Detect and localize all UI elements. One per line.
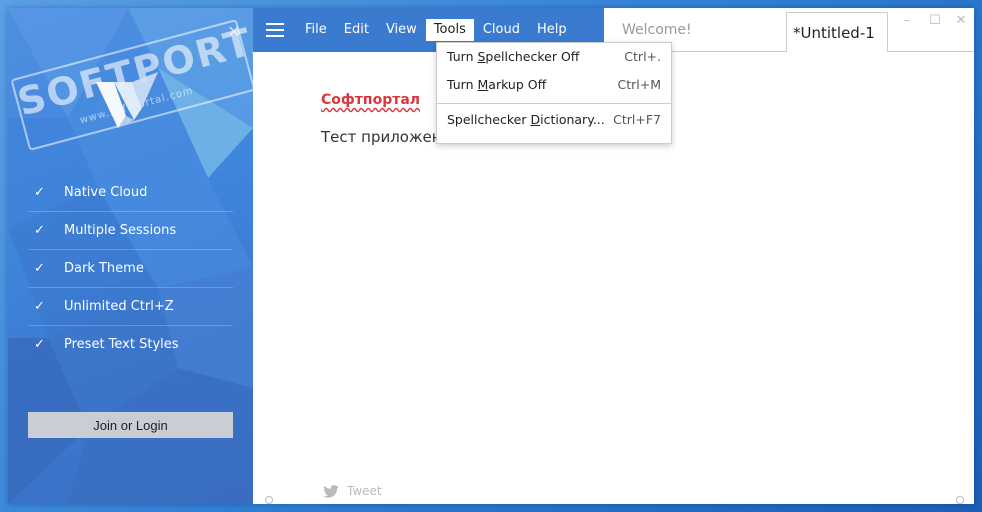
menu-item-text: Turn	[447, 77, 478, 92]
app-logo-icon	[96, 72, 158, 128]
checkmark-icon: ✓	[34, 185, 45, 200]
feature-item: ✓ Dark Theme	[28, 250, 233, 288]
tab-untitled[interactable]: *Untitled-1	[786, 12, 888, 52]
menu-item-spellchecker-dictionary[interactable]: Spellchecker Dictionary... Ctrl+F7	[437, 106, 671, 134]
menu-help[interactable]: Help	[529, 19, 575, 41]
feature-list: ✓ Native Cloud ✓ Multiple Sessions ✓ Dark T…	[28, 174, 233, 363]
feature-label: Dark Theme	[64, 261, 144, 276]
close-icon[interactable]: ✕	[224, 22, 244, 42]
menu-item-mnemonic: M	[477, 77, 489, 92]
minimize-icon[interactable]: –	[896, 12, 918, 30]
tools-dropdown-menu: Turn Spellchecker Off Ctrl+. Turn Markup…	[436, 42, 672, 144]
sidebar: SOFTPORTAL www.softportal.com ✕ ✓Native …	[8, 8, 253, 504]
feature-item: ✓ Native Cloud	[28, 174, 233, 212]
join-login-button[interactable]: Join or Login	[28, 412, 233, 438]
status-dot-right	[956, 496, 964, 504]
menu-item-text: Turn	[447, 49, 478, 64]
shortcut-label: Ctrl+.	[624, 49, 661, 64]
feature-item: ✓ Multiple Sessions	[28, 212, 233, 250]
menu-item-text: Spellchecker	[447, 112, 531, 127]
tweet-label: Tweet	[347, 484, 382, 498]
feature-label: Native Cloud	[64, 185, 148, 200]
menu-tools[interactable]: Tools	[425, 19, 474, 41]
checkmark-icon: ✓	[34, 299, 45, 314]
tweet-link[interactable]: Tweet	[323, 484, 382, 498]
menu-item-markup-toggle[interactable]: Turn Markup Off Ctrl+M	[437, 71, 671, 99]
checkmark-icon: ✓	[34, 261, 45, 276]
feature-label: Multiple Sessions	[64, 223, 177, 238]
menu-item-text: ictionary...	[540, 112, 605, 127]
feature-item: ✓ Unlimited Ctrl+Z	[28, 288, 233, 326]
status-dot-left	[265, 496, 273, 504]
menu-item-text: pellchecker Off	[485, 49, 580, 64]
maximize-icon[interactable]: ☐	[924, 12, 946, 30]
close-window-icon[interactable]: ✕	[950, 12, 972, 30]
document-text[interactable]: Тест приложен	[321, 128, 442, 146]
menu-cloud[interactable]: Cloud	[475, 19, 528, 41]
menu-item-mnemonic: D	[530, 112, 541, 127]
feature-label: Preset Text Styles	[64, 337, 179, 352]
menu-file[interactable]: File	[297, 19, 335, 41]
menu-separator	[437, 103, 671, 104]
shortcut-label: Ctrl+M	[617, 77, 662, 92]
menu-item-text: arkup Off	[488, 77, 547, 92]
menu-edit[interactable]: Edit	[336, 19, 377, 41]
feature-label: Unlimited Ctrl+Z	[64, 299, 174, 314]
menu-view[interactable]: View	[378, 19, 425, 41]
menu-item-spellchecker-toggle[interactable]: Turn Spellchecker Off Ctrl+.	[437, 43, 671, 71]
twitter-icon	[323, 484, 339, 498]
checkmark-icon: ✓	[34, 223, 45, 238]
app-window: SOFTPORTAL www.softportal.com ✕ ✓Native …	[8, 8, 974, 504]
feature-item: ✓ Preset Text Styles	[28, 326, 233, 363]
checkmark-icon: ✓	[34, 337, 45, 352]
document-heading[interactable]: Софтпортал	[321, 92, 420, 108]
hamburger-menu-icon[interactable]	[253, 8, 297, 52]
shortcut-label: Ctrl+F7	[613, 112, 661, 127]
